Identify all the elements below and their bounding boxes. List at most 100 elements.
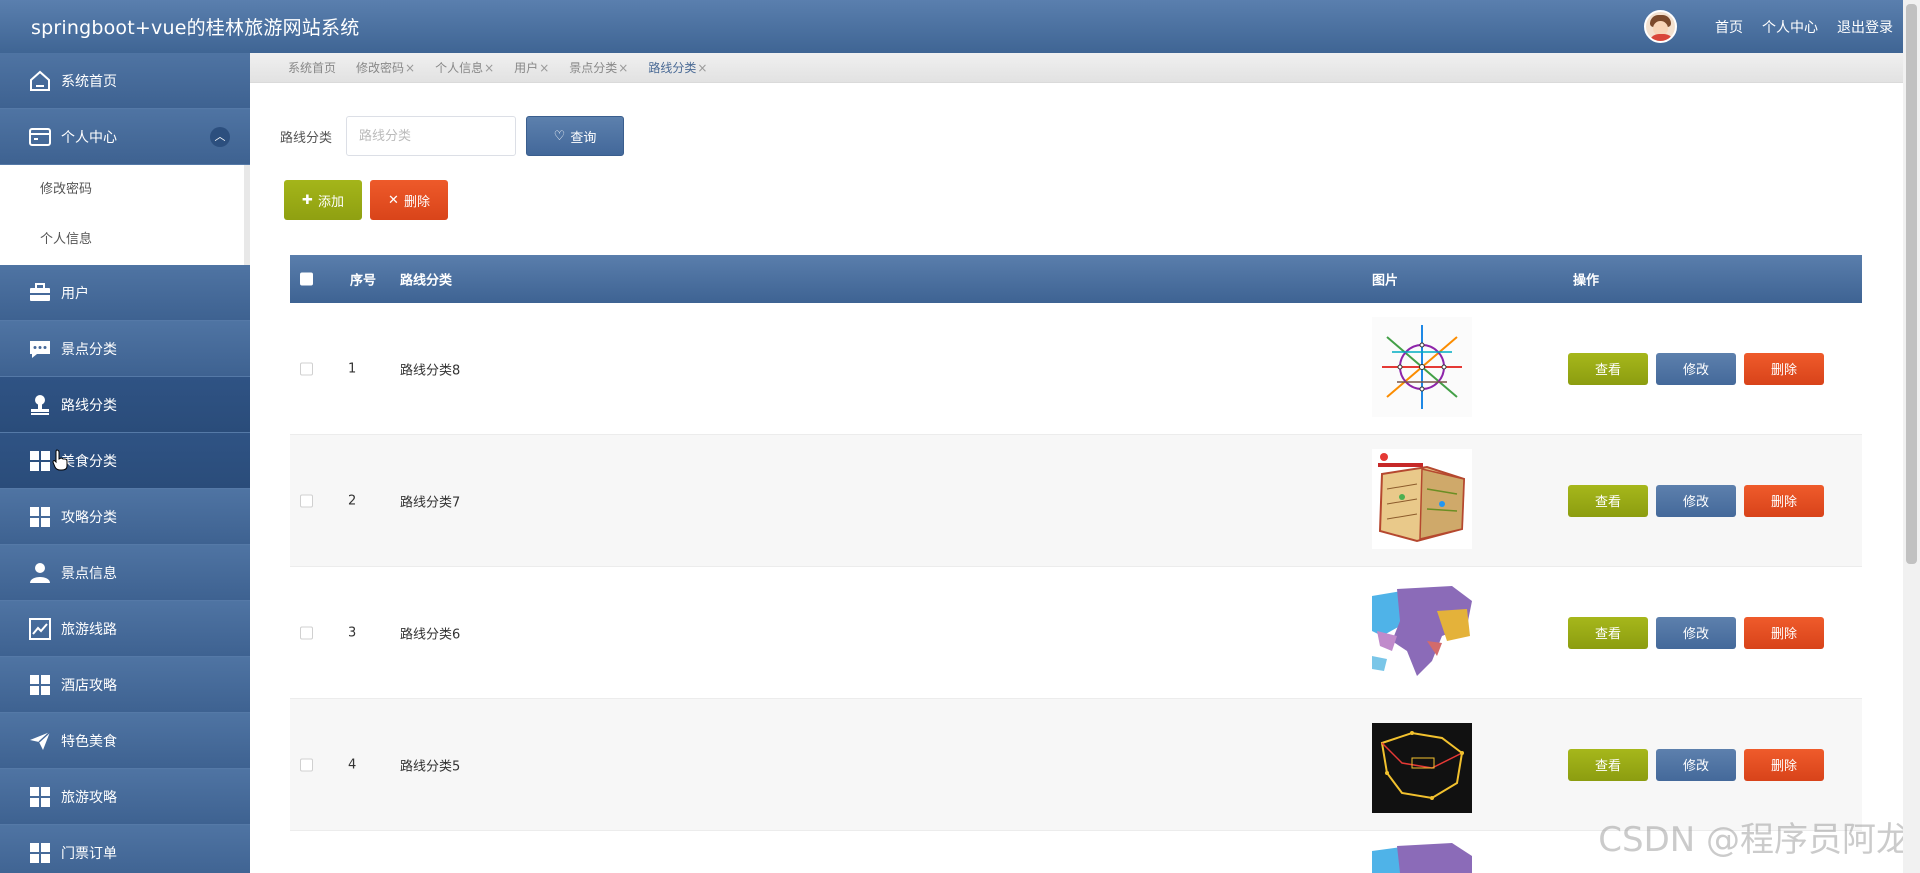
tab-users[interactable]: 用户× — [514, 59, 549, 76]
row-actions: 查看 修改 删除 — [1568, 616, 1832, 649]
row-thumbnail[interactable] — [1372, 448, 1472, 553]
search-label: 路线分类 — [280, 131, 333, 146]
sidebar-item-label: 酒店攻略 — [61, 677, 117, 694]
row-checkbox[interactable] — [300, 626, 313, 639]
view-button[interactable]: 查看 — [1568, 616, 1648, 649]
sidebar-item-scenic-info[interactable]: 景点信息 — [0, 545, 250, 601]
row-thumbnail[interactable] — [1372, 580, 1472, 685]
delete-button[interactable]: 删除 — [1744, 616, 1824, 649]
search-button-label: 查询 — [570, 130, 597, 146]
row-category: 路线分类7 — [400, 495, 461, 510]
sidebar-item-ticket-orders[interactable]: 门票订单 — [0, 825, 250, 873]
sidebar-item-label: 特色美食 — [61, 733, 117, 750]
close-icon[interactable]: × — [697, 61, 707, 75]
row-category: 路线分类8 — [400, 363, 461, 378]
edit-button[interactable]: 修改 — [1656, 748, 1736, 781]
row-actions: 查看 修改 删除 — [1568, 484, 1832, 517]
edit-button[interactable]: 修改 — [1656, 616, 1736, 649]
sidebar-item-personal-center[interactable]: 个人中心 ︿ — [0, 109, 250, 165]
tab-label: 景点分类 — [569, 61, 618, 75]
grid-icon — [27, 784, 53, 810]
edit-button[interactable]: 修改 — [1656, 484, 1736, 517]
tab-profile[interactable]: 个人信息× — [435, 59, 494, 76]
plus-icon: ✚ — [302, 192, 313, 208]
edit-button[interactable]: 修改 — [1656, 352, 1736, 385]
sidebar-item-food-category[interactable]: 美食分类 — [0, 433, 250, 489]
chevron-up-icon[interactable]: ︿ — [210, 127, 230, 147]
route-map-dark-image — [1372, 722, 1472, 813]
row-actions: 查看 修改 删除 — [1568, 352, 1832, 385]
view-button[interactable]: 查看 — [1568, 484, 1648, 517]
submenu-item-profile[interactable]: 个人信息 — [0, 215, 244, 265]
close-icon[interactable]: × — [618, 61, 628, 75]
heart-icon: ♡ — [553, 128, 566, 144]
delete-button[interactable]: 删除 — [1744, 352, 1824, 385]
row-category: 路线分类5 — [400, 759, 461, 774]
metro-map-image — [1372, 316, 1472, 417]
batch-delete-button[interactable]: ✕ 删除 — [370, 180, 448, 220]
tab-home[interactable]: 系统首页 — [288, 59, 336, 76]
logout-link[interactable]: 退出登录 — [1837, 17, 1893, 37]
tab-label: 个人信息 — [435, 61, 484, 75]
asia-map-image — [1372, 580, 1472, 681]
row-thumbnail[interactable] — [1372, 316, 1472, 421]
search-input[interactable] — [346, 116, 516, 156]
app-title: springboot+vue的桂林旅游网站系统 — [31, 17, 360, 39]
tourist-map-image — [1372, 448, 1472, 549]
select-all-checkbox[interactable] — [300, 272, 313, 286]
personal-center-submenu: 修改密码 个人信息 — [0, 165, 250, 265]
sidebar-item-label: 景点分类 — [61, 341, 117, 358]
row-checkbox[interactable] — [300, 758, 313, 771]
sidebar-item-home[interactable]: 系统首页 — [0, 53, 250, 109]
sidebar: 系统首页 个人中心 ︿ 修改密码 个人信息 用户 景点分类 路线分类 美食分类 — [0, 53, 250, 873]
sidebar-item-scenic-category[interactable]: 景点分类 — [0, 321, 250, 377]
avatar[interactable] — [1644, 10, 1677, 43]
briefcase-icon — [27, 280, 53, 306]
sidebar-item-label: 旅游线路 — [61, 621, 117, 638]
home-link[interactable]: 首页 — [1715, 17, 1743, 37]
row-checkbox[interactable] — [300, 362, 313, 375]
submenu-item-change-password[interactable]: 修改密码 — [0, 165, 244, 215]
tab-scenic-category[interactable]: 景点分类× — [569, 59, 628, 76]
row-checkbox[interactable] — [300, 494, 313, 507]
row-thumbnail[interactable] — [1372, 713, 1472, 817]
view-button[interactable]: 查看 — [1568, 748, 1648, 781]
table-header: 序号 路线分类 图片 操作 — [290, 255, 1862, 303]
close-icon[interactable]: × — [405, 61, 415, 75]
sidebar-item-travel-guide[interactable]: 旅游攻略 — [0, 769, 250, 825]
search-button[interactable]: ♡ 查询 — [526, 116, 624, 156]
header-ops: 操作 — [1573, 273, 1600, 289]
table-row: 2 路线分类7 查看 修改 删除 — [290, 435, 1862, 567]
add-button[interactable]: ✚ 添加 — [284, 180, 362, 220]
header-image: 图片 — [1372, 273, 1399, 289]
chart-icon — [27, 616, 53, 642]
home-icon — [27, 68, 53, 94]
close-icon[interactable]: × — [539, 61, 549, 75]
sidebar-item-travel-routes[interactable]: 旅游线路 — [0, 601, 250, 657]
close-icon[interactable]: × — [484, 61, 494, 75]
tab-label: 修改密码 — [356, 61, 405, 75]
header-actions: 首页 个人中心 退出登录 — [1644, 10, 1893, 43]
tab-label: 路线分类 — [648, 61, 697, 75]
tab-route-category[interactable]: 路线分类× — [648, 59, 707, 76]
sidebar-item-guide-category[interactable]: 攻略分类 — [0, 489, 250, 545]
chat-icon — [27, 336, 53, 362]
table-row: 1 路线分类8 查看 修改 删除 — [290, 303, 1862, 435]
sidebar-item-label: 攻略分类 — [61, 509, 117, 526]
view-button[interactable]: 查看 — [1568, 352, 1648, 385]
sidebar-item-label: 门票订单 — [61, 845, 117, 862]
personal-center-link[interactable]: 个人中心 — [1762, 17, 1818, 37]
row-index: 2 — [348, 493, 357, 508]
sidebar-item-hotel-guide[interactable]: 酒店攻略 — [0, 657, 250, 713]
scrollbar-thumb[interactable] — [1906, 4, 1917, 564]
sidebar-item-users[interactable]: 用户 — [0, 265, 250, 321]
grid-icon — [27, 448, 53, 474]
sidebar-item-label: 系统首页 — [61, 73, 117, 90]
sidebar-item-route-category[interactable]: 路线分类 — [0, 377, 250, 433]
sidebar-item-special-food[interactable]: 特色美食 — [0, 713, 250, 769]
tab-change-password[interactable]: 修改密码× — [356, 59, 415, 76]
delete-button[interactable]: 删除 — [1744, 484, 1824, 517]
page-scrollbar[interactable] — [1903, 0, 1920, 873]
delete-button[interactable]: 删除 — [1744, 748, 1824, 781]
grid-icon — [27, 672, 53, 698]
